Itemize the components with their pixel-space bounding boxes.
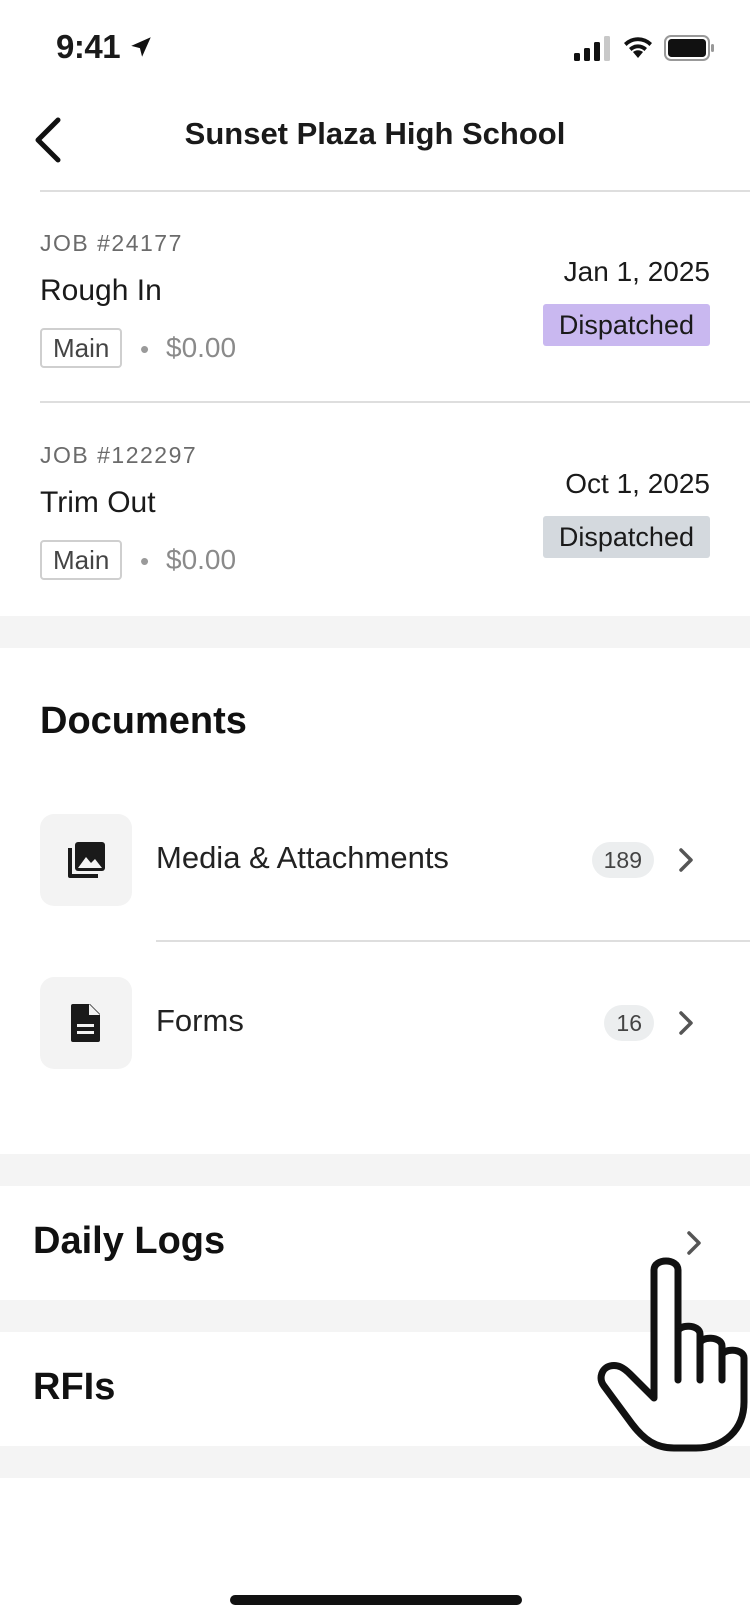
navigation-bar: Sunset Plaza High School — [0, 96, 750, 192]
media-gallery-icon — [68, 842, 105, 878]
status-bar: 9:41 — [0, 0, 750, 96]
doc-label: Media & Attachments — [156, 840, 449, 875]
divider — [156, 940, 750, 942]
job-date: Oct 1, 2025 — [565, 468, 710, 499]
status-badge: Dispatched — [542, 516, 710, 558]
rfis-title: RFIs — [33, 1366, 116, 1408]
hand-pointer-icon — [597, 1257, 748, 1452]
status-time: 9:41 — [56, 28, 121, 65]
forms-row[interactable]: Forms 16 — [0, 963, 750, 1083]
section-separator — [0, 1154, 750, 1186]
forms-icon-container — [40, 977, 132, 1069]
separator-dot: • — [140, 546, 150, 576]
location-arrow-icon — [131, 37, 151, 57]
documents-heading: Documents — [40, 700, 247, 742]
chevron-right-icon — [679, 848, 693, 872]
job-date: Jan 1, 2025 — [563, 256, 710, 287]
job-tag: Main — [40, 328, 123, 368]
wifi-icon — [624, 37, 652, 58]
divider — [40, 401, 750, 403]
page-title: Sunset Plaza High School — [184, 116, 566, 151]
battery-icon — [664, 35, 714, 61]
home-indicator — [230, 1595, 522, 1605]
document-icon — [71, 1004, 100, 1042]
job-row[interactable]: JOB #122297 Trim Out Main • $0.00 Oct 1,… — [0, 404, 750, 614]
separator-dot: • — [140, 334, 150, 364]
daily-logs-title: Daily Logs — [33, 1220, 226, 1262]
media-icon-container — [40, 814, 132, 906]
job-row[interactable]: JOB #24177 Rough In Main • $0.00 Jan 1, … — [0, 192, 750, 402]
job-amount: $0.00 — [166, 544, 237, 575]
job-number: JOB #122297 — [40, 442, 198, 468]
status-badge: Dispatched — [542, 304, 710, 346]
job-name: Trim Out — [40, 486, 156, 519]
count-badge: 189 — [591, 842, 654, 878]
section-separator — [0, 616, 750, 648]
cellular-signal-icon — [574, 36, 610, 61]
doc-label: Forms — [156, 1003, 244, 1038]
chevron-right-icon — [679, 1011, 693, 1035]
count-badge: 16 — [604, 1005, 654, 1041]
job-tag: Main — [40, 540, 123, 580]
media-attachments-row[interactable]: Media & Attachments 189 — [0, 800, 750, 920]
job-amount: $0.00 — [166, 332, 237, 363]
job-number: JOB #24177 — [40, 230, 183, 256]
job-name: Rough In — [40, 274, 162, 307]
